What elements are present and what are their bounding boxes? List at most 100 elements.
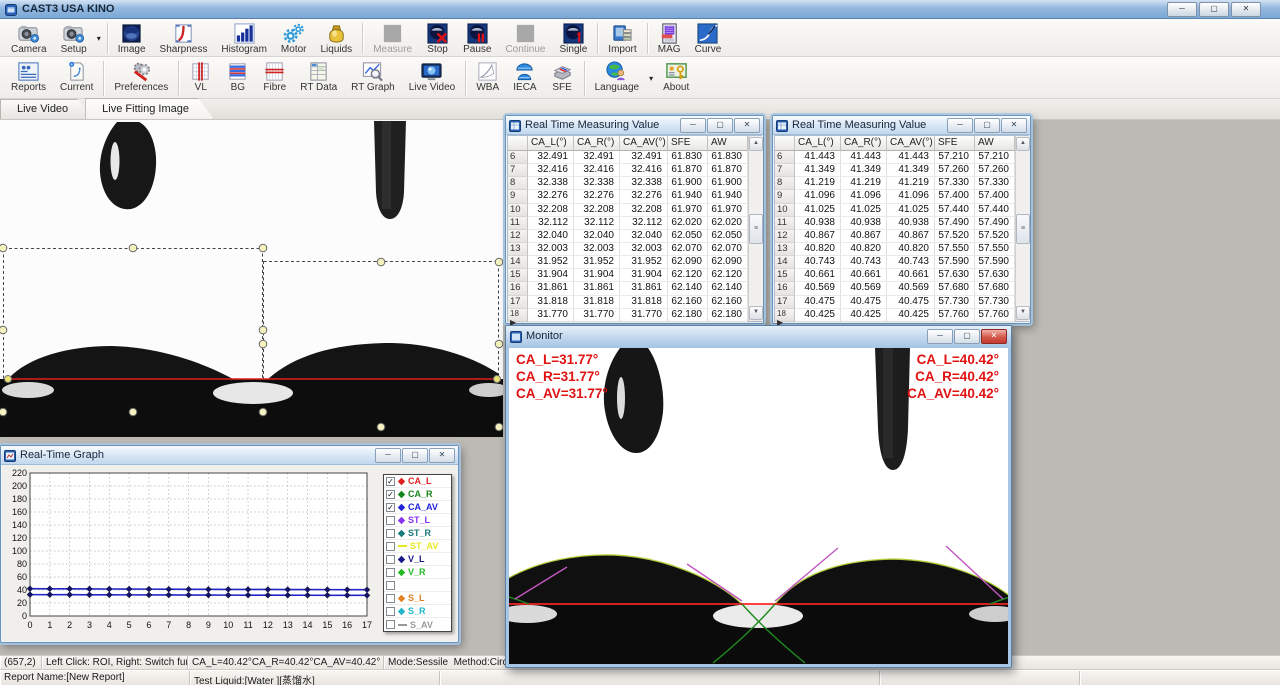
scroll-up-icon[interactable]: ▲ [749,137,763,151]
table-row[interactable]: 1332.00332.00332.00362.07062.070 [508,243,748,256]
legend-item-ca-l[interactable]: ✓CA_L [384,475,451,488]
toolbar-button-mag[interactable]: MAG [651,21,688,56]
column-header-sfe[interactable]: SFE [935,136,975,151]
toolbar-button-ieca[interactable]: IECA [506,59,543,98]
toolbar-button-histogram[interactable]: Histogram [214,21,274,56]
table-row[interactable]: 1740.47540.47540.47557.73057.730 [775,296,1015,309]
table-row[interactable]: 941.09641.09641.09657.40057.400 [775,190,1015,203]
toolbar-button-stop[interactable]: Stop [419,21,456,56]
legend-item-st-av[interactable]: ST_AV [384,540,451,553]
legend-checkbox[interactable]: ✓ [386,477,395,486]
table-row[interactable]: 741.34941.34941.34957.26057.260 [775,164,1015,177]
table-row[interactable]: 1631.86131.86131.86162.14062.140 [508,282,748,295]
toolbar-button-motor[interactable]: Motor [274,21,314,56]
toolbar-button-current[interactable]: Current [53,59,100,98]
legend-item-s-l[interactable]: S_L [384,592,451,605]
toolbar-button-sfe[interactable]: SFE [544,59,581,98]
legend-item-v-l[interactable]: V_L [384,553,451,566]
table-row[interactable]: 1640.56940.56940.56957.68057.680 [775,282,1015,295]
toolbar-button-camera[interactable]: Camera [4,21,54,56]
table-row[interactable]: 1032.20832.20832.20861.97061.970 [508,204,748,217]
toolbar-button-rt-graph[interactable]: RT Graph [344,59,402,98]
column-header-ca-l-[interactable]: CA_L(°) [528,136,574,151]
graph-maximize-button[interactable]: ▢ [402,448,428,463]
legend-checkbox[interactable] [386,620,395,629]
column-header-aw[interactable]: AW [975,136,1015,151]
toolbar-button-curve[interactable]: Curve [688,21,729,56]
table-row[interactable]: 641.44341.44341.44357.21057.210 [775,151,1015,164]
legend-item-s-av[interactable]: S_AV [384,618,451,631]
tab-live-fitting-image[interactable]: Live Fitting Image [85,98,214,119]
table-row[interactable]: 1240.86740.86740.86757.52057.520 [775,230,1015,243]
table-row[interactable]: 18 ▶31.77031.77031.77062.18062.180 [508,309,748,322]
legend-item-v-r[interactable]: V_R [384,566,451,579]
table-row[interactable]: 1041.02541.02541.02557.44057.440 [775,204,1015,217]
toolbar-button-fibre[interactable]: Fibre [256,59,293,98]
scroll-thumb[interactable]: ≡ [1016,214,1030,244]
toolbar-button-setup[interactable]: Setup [54,21,94,56]
table-row[interactable]: 732.41632.41632.41661.87061.870 [508,164,748,177]
measuring-close-button[interactable]: ✕ [734,118,760,133]
legend-item-ca-av[interactable]: ✓CA_AV [384,501,451,514]
toolbar-button-single[interactable]: Single [552,21,594,56]
maximize-button[interactable]: ▢ [1199,2,1229,17]
legend-checkbox[interactable] [386,529,395,538]
table-row[interactable]: 1232.04032.04032.04062.05062.050 [508,230,748,243]
legend-checkbox[interactable] [386,516,395,525]
toolbar-button-rt-data[interactable]: RT Data [293,59,344,98]
column-header-sfe[interactable]: SFE [668,136,708,151]
table-row[interactable]: 932.27632.27632.27661.94061.940 [508,190,748,203]
live-video-area[interactable] [0,120,503,437]
scroll-down-icon[interactable]: ▼ [749,306,763,320]
legend-item-blank[interactable] [384,579,451,592]
table-row[interactable]: 18 ▶40.42540.42540.42557.76057.760 [775,309,1015,322]
dropdown-arrow-icon[interactable]: ▾ [646,74,656,83]
toolbar-button-sharpness[interactable]: Sharpness [153,21,215,56]
table-row[interactable]: 1531.90431.90431.90462.12062.120 [508,269,748,282]
measuring-minimize-button[interactable]: ─ [680,118,706,133]
dropdown-arrow-icon[interactable]: ▾ [94,34,104,43]
monitor-close-button[interactable]: ✕ [981,329,1007,344]
table-row[interactable]: 1340.82040.82040.82057.55057.550 [775,243,1015,256]
scroll-thumb[interactable]: ≡ [749,214,763,244]
table-row[interactable]: 632.49132.49132.49161.83061.830 [508,151,748,164]
graph-window-titlebar[interactable]: Real-Time Graph ─ ▢ ✕ [1,446,458,465]
toolbar-button-vl[interactable]: VL [182,59,219,98]
toolbar-button-preferences[interactable]: Preferences [107,59,175,98]
graph-minimize-button[interactable]: ─ [375,448,401,463]
legend-checkbox[interactable] [386,594,395,603]
table-row[interactable]: 1140.93840.93840.93857.49057.490 [775,217,1015,230]
toolbar-button-wba[interactable]: WBA [469,59,506,98]
legend-checkbox[interactable] [386,542,395,551]
column-header-ca-l-[interactable]: CA_L(°) [795,136,841,151]
table-row[interactable]: 1540.66140.66140.66157.63057.630 [775,269,1015,282]
legend-item-s-r[interactable]: S_R [384,605,451,618]
legend-item-ca-r[interactable]: ✓CA_R [384,488,451,501]
toolbar-button-language[interactable]: Language [588,59,647,98]
legend-item-st-r[interactable]: ST_R [384,527,451,540]
minimize-button[interactable]: ─ [1167,2,1197,17]
column-header-ca-r-[interactable]: CA_R(°) [574,136,620,151]
close-button[interactable]: ✕ [1231,2,1261,17]
column-header-aw[interactable]: AW [708,136,748,151]
legend-checkbox[interactable]: ✓ [386,490,395,499]
table-row[interactable]: 832.33832.33832.33861.90061.900 [508,177,748,190]
tab-live-video[interactable]: Live Video [0,99,93,119]
toolbar-button-reports[interactable]: Reports [4,59,53,98]
measuring-minimize-button[interactable]: ─ [947,118,973,133]
table-row[interactable]: 1431.95231.95231.95262.09062.090 [508,256,748,269]
column-header-ca-r-[interactable]: CA_R(°) [841,136,887,151]
toolbar-button-live-video[interactable]: Live Video [402,59,463,98]
toolbar-button-liquids[interactable]: Liquids [313,21,359,56]
measuring-maximize-button[interactable]: ▢ [974,118,1000,133]
table-scrollbar[interactable]: ▲ ≡ ▼ [1015,136,1030,321]
scroll-down-icon[interactable]: ▼ [1016,306,1030,320]
table-row[interactable]: 1132.11232.11232.11262.02062.020 [508,217,748,230]
monitor-maximize-button[interactable]: ▢ [954,329,980,344]
toolbar-button-image[interactable]: Image [111,21,153,56]
legend-checkbox[interactable]: ✓ [386,503,395,512]
measuring-window-titlebar[interactable]: Real Time Measuring Value─▢✕ [773,116,1030,135]
table-scrollbar[interactable]: ▲ ≡ ▼ [748,136,763,321]
scroll-up-icon[interactable]: ▲ [1016,137,1030,151]
measuring-close-button[interactable]: ✕ [1001,118,1027,133]
